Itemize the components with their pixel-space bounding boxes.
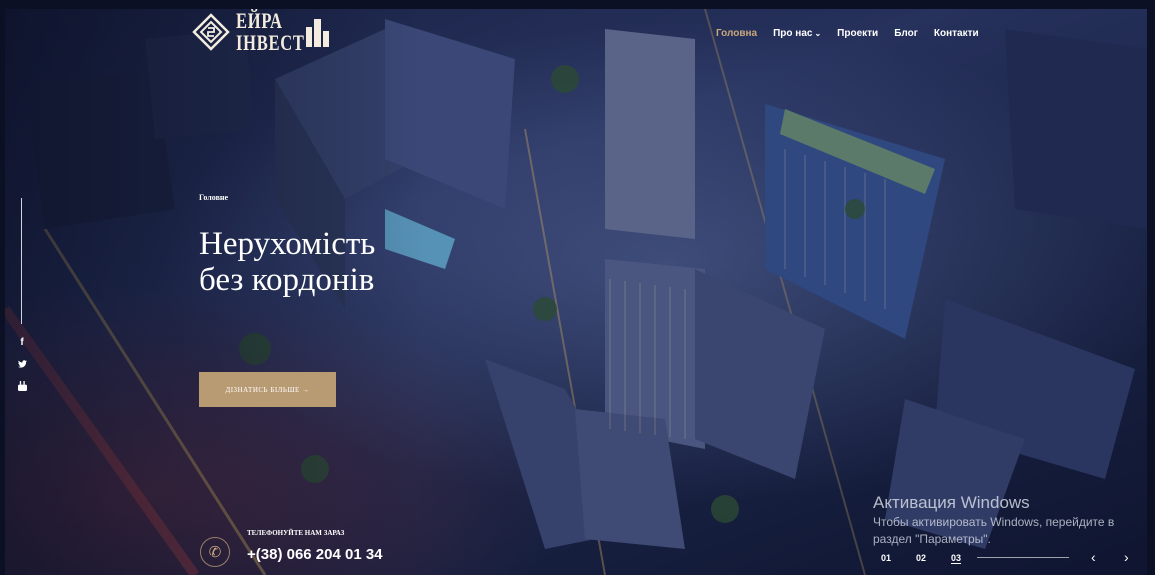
- nav-item-about-label: Про нас: [773, 28, 813, 39]
- phone-icon[interactable]: ✆: [200, 537, 230, 567]
- hero-title-line1: Нерухомість: [199, 226, 376, 262]
- slider-next-arrow-icon[interactable]: ›: [1124, 549, 1129, 565]
- hero-background: [5, 9, 1147, 575]
- hero-title-line2: без кордонів: [199, 262, 375, 298]
- slide-page-02[interactable]: 02: [916, 553, 926, 564]
- nav-item-projects[interactable]: Проекти: [837, 28, 878, 39]
- slider-progress-bar: [977, 557, 1069, 558]
- twitter-icon[interactable]: [16, 360, 28, 370]
- nav-item-home[interactable]: Головна: [716, 28, 757, 39]
- slider-pagination: 01 02 03: [881, 553, 962, 564]
- twitter-bird-glyph: [17, 360, 27, 368]
- nav-item-contacts[interactable]: Контакти: [934, 28, 979, 39]
- hero-title: Нерухомість без кордонів: [199, 226, 375, 298]
- logo-diamond-icon: [192, 13, 230, 51]
- facebook-icon[interactable]: f: [16, 337, 28, 348]
- youtube-glyph: [17, 381, 27, 391]
- youtube-icon[interactable]: [16, 381, 28, 394]
- chevron-down-icon: ⌄: [814, 29, 822, 38]
- slide-page-03[interactable]: 03: [951, 553, 962, 564]
- windows-activation-title: Активация Windows: [873, 493, 1030, 512]
- slider-prev-arrow-icon[interactable]: ‹: [1091, 549, 1096, 565]
- main-nav: Головна Про нас ⌄ Проекти Блог Контакти: [716, 28, 979, 39]
- side-divider: [21, 198, 22, 324]
- phone-number[interactable]: +(38) 066 204 01 34: [247, 546, 383, 563]
- phone-label: ТЕЛЕФОНУЙТЕ НАМ ЗАРАЗ: [247, 529, 345, 537]
- logo-line1: ЕЙРА: [236, 8, 283, 33]
- logo-line2: ІНВЕСТ: [236, 30, 305, 55]
- windows-activation-text: Чтобы активировать Windows, перейдите в …: [873, 515, 1115, 546]
- learn-more-button[interactable]: ДІЗНАТИСЬ БІЛЬШЕ →: [199, 372, 336, 407]
- breadcrumb[interactable]: Головне: [199, 193, 228, 202]
- nav-item-about[interactable]: Про нас ⌄: [773, 28, 821, 39]
- logo-buildings-icon: [305, 19, 329, 47]
- logo[interactable]: ЕЙРА ІНВЕСТ: [192, 10, 334, 54]
- logo-text: ЕЙРА ІНВЕСТ: [236, 10, 305, 54]
- nav-item-blog[interactable]: Блог: [894, 28, 918, 39]
- slide-page-01[interactable]: 01: [881, 553, 891, 564]
